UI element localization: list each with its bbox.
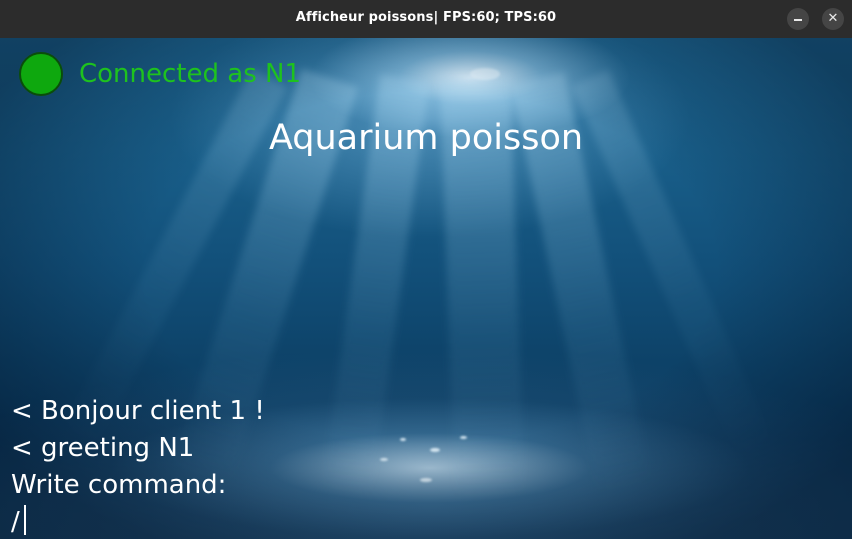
close-icon: ✕ bbox=[827, 11, 839, 26]
command-prompt-label: Write command: bbox=[11, 470, 227, 500]
command-input[interactable] bbox=[11, 505, 411, 539]
console-log: < Bonjour client 1 ! < greeting N1 Write… bbox=[11, 393, 265, 504]
connection-status-text: Connected as N1 bbox=[79, 59, 302, 89]
page-title: Aquarium poisson bbox=[0, 118, 852, 158]
title-bar[interactable]: Afficheur poissons| FPS:60; TPS:60 ✕ bbox=[0, 0, 852, 39]
window-title: Afficheur poissons| FPS:60; TPS:60 bbox=[295, 10, 557, 25]
console-line: < Bonjour client 1 ! bbox=[11, 396, 265, 426]
aquarium-scene: Connected as N1 Aquarium poisson < Bonjo… bbox=[0, 38, 852, 539]
minimize-icon bbox=[794, 19, 802, 21]
app-window: Afficheur poissons| FPS:60; TPS:60 ✕ Con… bbox=[0, 0, 852, 539]
close-button[interactable]: ✕ bbox=[822, 8, 844, 30]
minimize-button[interactable] bbox=[787, 8, 809, 30]
text-cursor bbox=[24, 505, 26, 535]
connection-status-icon bbox=[19, 52, 63, 96]
page-title-text: Aquarium poisson bbox=[268, 118, 584, 158]
console-line: < greeting N1 bbox=[11, 433, 195, 463]
